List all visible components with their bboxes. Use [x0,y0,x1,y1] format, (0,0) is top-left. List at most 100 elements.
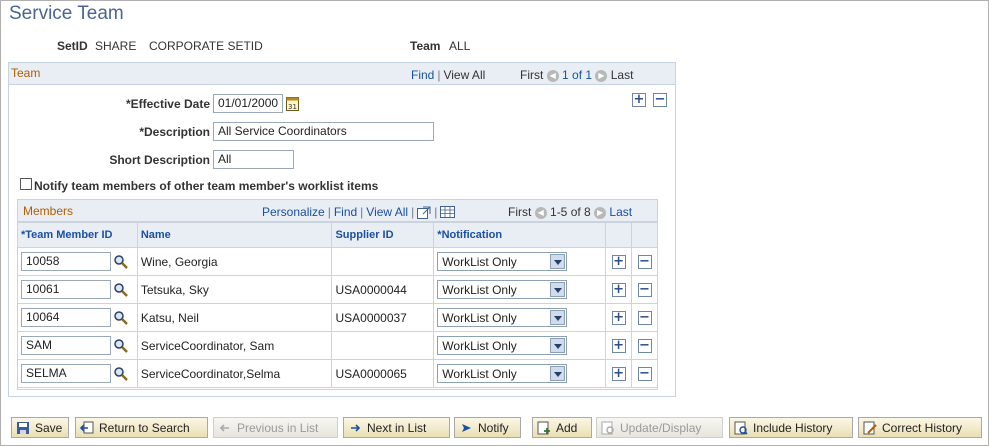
team-member-id-input[interactable]: 10058 [21,252,111,271]
members-nav-sep: | [360,205,364,219]
save-icon [16,421,30,435]
team-member-id-input[interactable]: 10061 [21,280,111,299]
table-row: 10061 Tetsuka, Sky USA0000044 WorkList Only… [17,275,658,304]
cell-name: Katsu, Neil [136,303,333,332]
cell-team-member-id: SAM [17,331,138,360]
cell-delete: − [631,247,658,276]
members-view-all-link[interactable]: View All [366,205,408,219]
lookup-icon[interactable] [113,282,129,298]
update-display-icon [601,421,615,435]
new-window-icon[interactable] [417,206,431,219]
members-nav-sep: | [327,205,331,219]
previous-in-list-button[interactable]: Previous in List [213,417,338,438]
delete-row-button[interactable]: − [637,311,652,325]
col-team-member-id[interactable]: *Team Member ID [17,222,138,248]
members-find-link[interactable]: Find [334,205,357,219]
team-nav: Find | View All [411,68,485,82]
calendar-icon[interactable]: 31 [286,96,299,114]
team-nav-sep: | [437,68,441,82]
delete-row-button[interactable]: − [637,339,652,353]
team-member-id-input[interactable]: SELMA [21,364,111,383]
cell-team-member-id: 10061 [17,275,138,304]
members-first-label: First [508,205,532,219]
col-add [605,222,632,248]
table-row: SELMA ServiceCoordinator,Selma USA0000065 W… [17,359,658,388]
description-label-text: Description [143,125,210,139]
include-history-button[interactable]: Include History [729,417,853,438]
notify-button[interactable]: Notify [454,417,521,438]
next-in-list-button[interactable]: Next in List [343,417,450,438]
add-row-button[interactable]: + [611,255,626,269]
add-label: Add [556,420,578,435]
effective-date-input[interactable]: 01/01/2000 [213,94,283,113]
delete-row-button[interactable]: − [637,367,652,381]
members-nav-sep: | [434,205,438,219]
lookup-icon[interactable] [113,338,129,354]
include-history-icon [734,421,748,435]
notification-select[interactable]: WorkList Only [437,364,568,383]
correct-history-icon [863,421,877,435]
notification-value: WorkList Only [442,367,517,381]
members-prev-icon[interactable]: ◀ [534,206,547,219]
members-header-row: *Team Member ID Name Supplier ID *Notifi… [17,222,658,248]
notification-select[interactable]: WorkList Only [437,280,568,299]
lookup-icon[interactable] [113,310,129,326]
description-input[interactable]: All Service Coordinators [213,122,434,141]
members-count: 1-5 of 8 [550,205,591,219]
notify-icon [459,421,473,435]
team-add-row-button[interactable]: + [632,93,646,107]
team-pager: First ◀ 1 of 1 ▶ Last [520,68,633,82]
notify-checkbox[interactable] [20,178,32,190]
correct-history-label: Correct History [882,420,963,435]
team-prev-icon[interactable]: ◀ [546,69,559,82]
update-display-button[interactable]: Update/Display [596,417,723,438]
team-find-link[interactable]: Find [411,68,434,82]
add-row-button[interactable]: + [611,283,626,297]
members-nav-sep: | [411,205,415,219]
return-to-search-button[interactable]: Return to Search [75,417,208,438]
notification-select[interactable]: WorkList Only [437,336,568,355]
personalize-link[interactable]: Personalize [262,205,325,219]
delete-row-button[interactable]: − [637,283,652,297]
save-button[interactable]: Save [11,417,69,438]
col-notification[interactable]: *Notification [433,222,607,248]
team-count: 1 of 1 [562,68,593,82]
team-delete-row-button[interactable]: − [653,93,667,107]
cell-add: + [605,303,632,332]
cell-notification: WorkList Only [433,303,607,332]
col-supplier-id[interactable]: Supplier ID [331,222,435,248]
effective-date-label-text: Effective Date [130,97,210,111]
lookup-icon[interactable] [113,366,129,382]
chevron-down-icon [550,282,566,297]
team-next-icon[interactable]: ▶ [595,69,608,82]
cell-name: Tetsuka, Sky [136,275,333,304]
add-row-button[interactable]: + [611,311,626,325]
add-row-button[interactable]: + [611,339,626,353]
cell-supplier-id: USA0000037 [331,303,435,332]
cell-notification: WorkList Only [433,247,607,276]
table-row: 10058 Wine, Georgia WorkList Only + − [17,247,658,276]
col-name[interactable]: Name [136,222,333,248]
team-member-id-input[interactable]: SAM [21,336,111,355]
notification-select[interactable]: WorkList Only [437,252,568,271]
cell-delete: − [631,331,658,360]
cell-add: + [605,247,632,276]
team-box-caption: Team [11,66,41,80]
grid-download-icon[interactable] [440,206,456,218]
short-description-input[interactable]: All [213,150,294,169]
cell-notification: WorkList Only [433,275,607,304]
members-table: *Team Member ID Name Supplier ID *Notifi… [17,222,658,388]
add-button[interactable]: Add [532,417,592,438]
lookup-icon[interactable] [113,254,129,270]
correct-history-button[interactable]: Correct History [858,417,982,438]
notify-label-btn: Notify [478,420,509,435]
description-label: *Description [60,125,210,139]
team-view-all-link[interactable]: View All [443,68,485,82]
members-last-link[interactable]: Last [609,205,632,219]
cell-add: + [605,359,632,388]
add-row-button[interactable]: + [611,367,626,381]
delete-row-button[interactable]: − [637,255,652,269]
members-next-icon[interactable]: ▶ [594,206,607,219]
notification-select[interactable]: WorkList Only [437,308,568,327]
team-member-id-input[interactable]: 10064 [21,308,111,327]
